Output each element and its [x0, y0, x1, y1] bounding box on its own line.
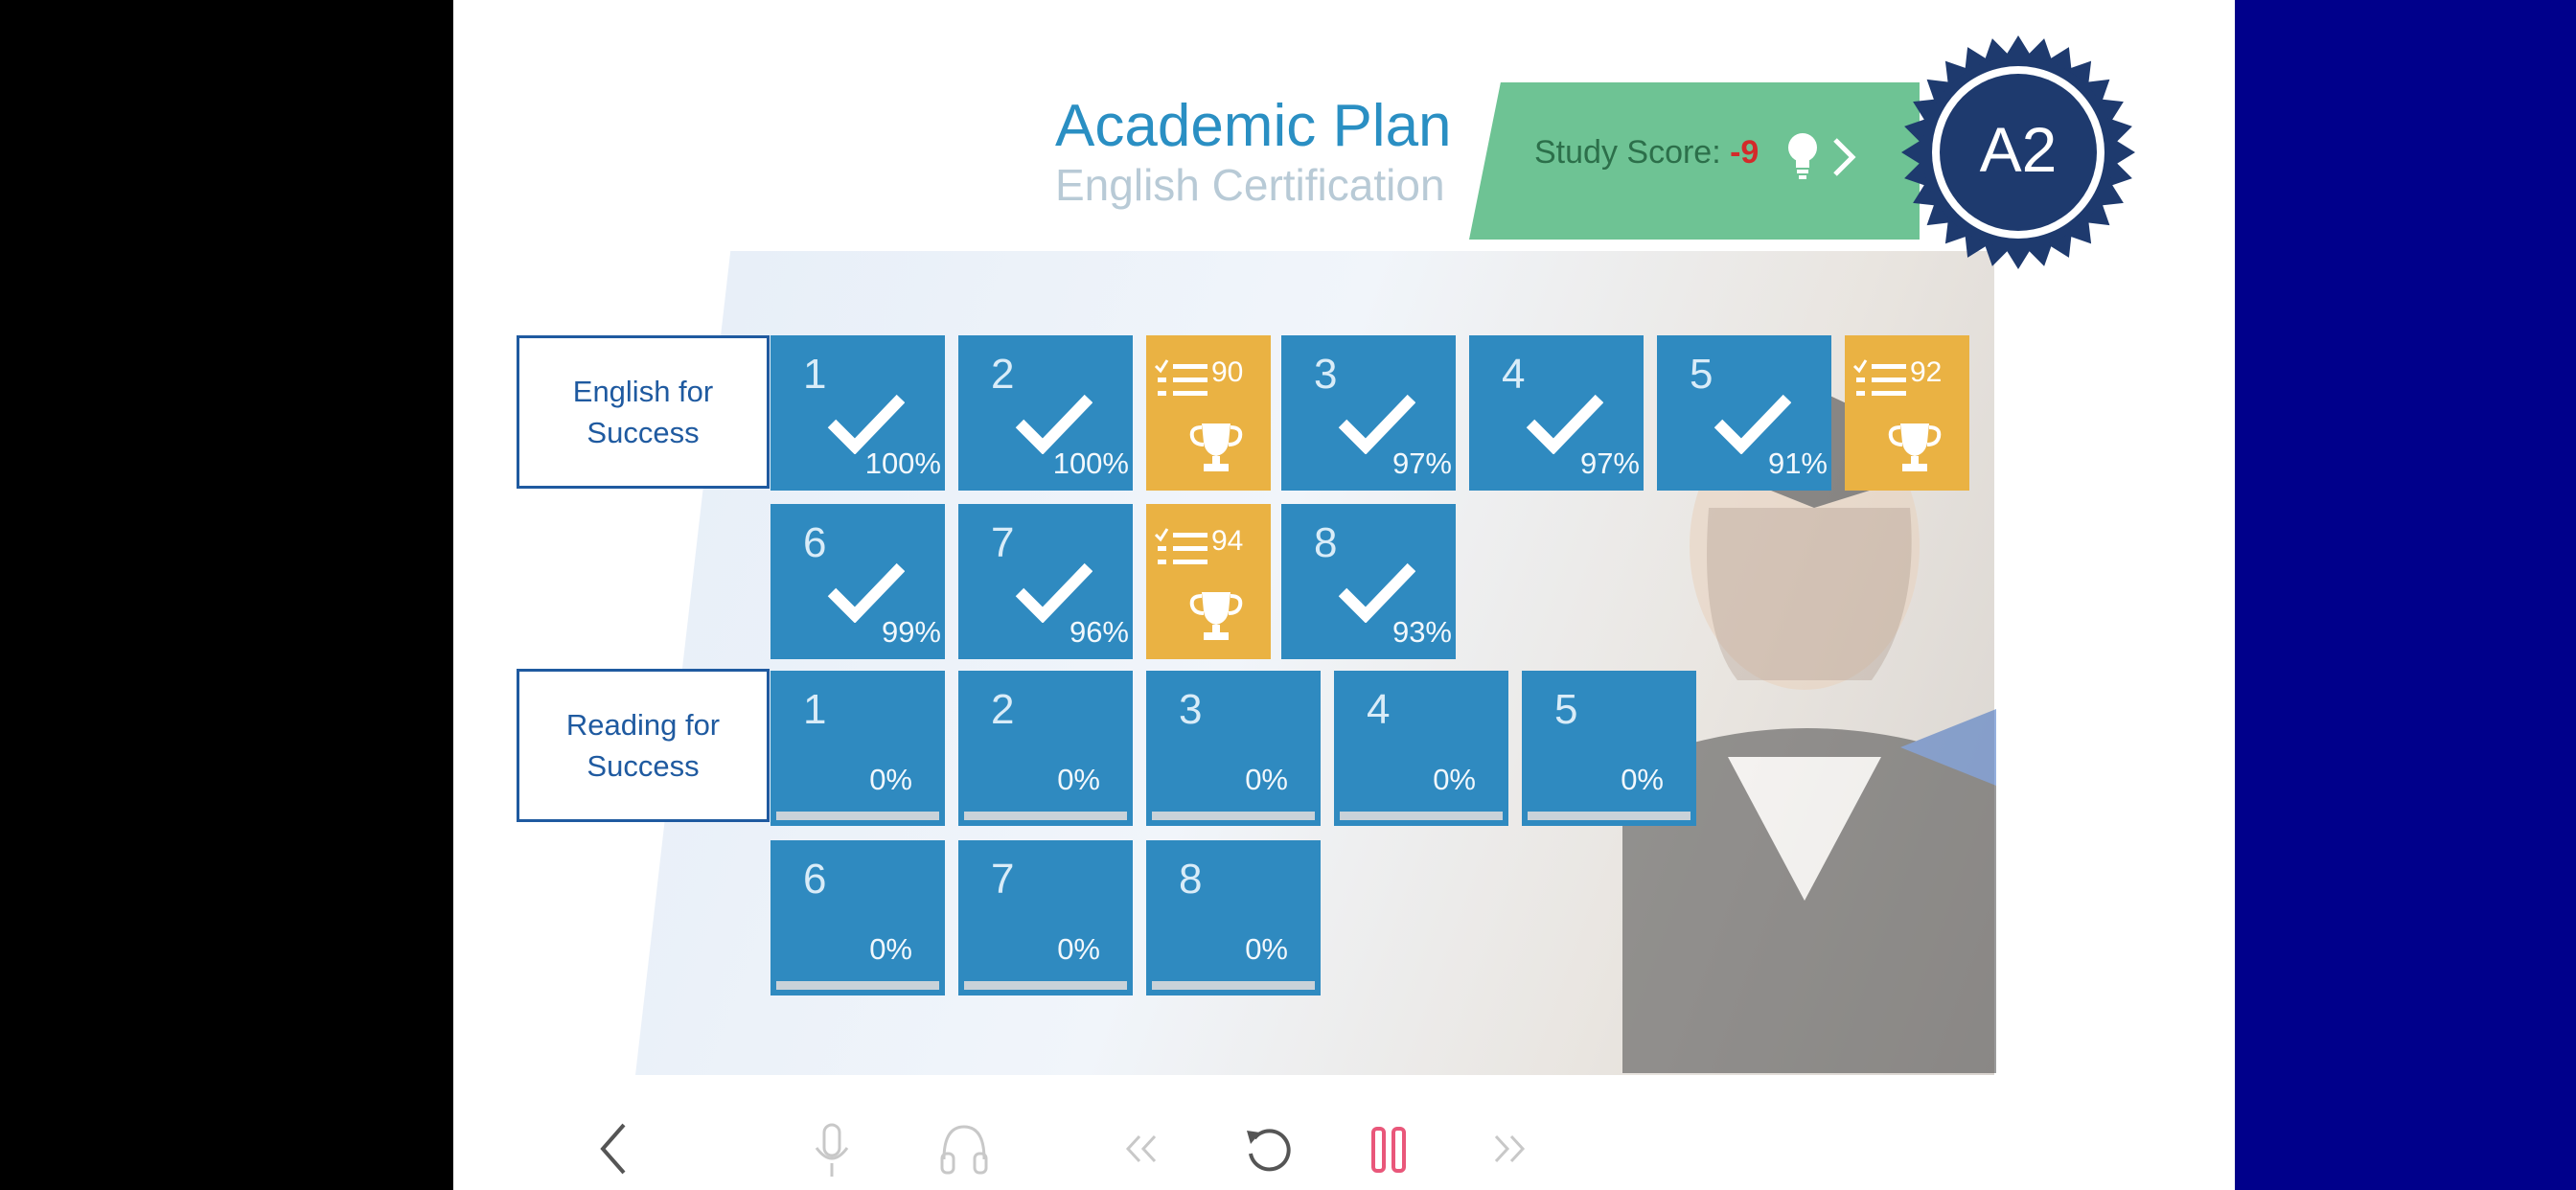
reading-tile[interactable]: 2 0%	[958, 671, 1133, 826]
reading-tile[interactable]: 1 0%	[770, 671, 945, 826]
checkmark-icon	[1015, 394, 1092, 454]
checklist-icon	[1154, 359, 1208, 396]
exam-tile[interactable]: 94	[1146, 504, 1271, 659]
forward-icon[interactable]	[1488, 1121, 1530, 1177]
lesson-number: 8	[1314, 519, 1338, 566]
lesson-percent: 0%	[869, 932, 912, 966]
lesson-number: 1	[803, 351, 827, 398]
lesson-percent: 0%	[1057, 932, 1100, 966]
headphones-icon[interactable]	[938, 1121, 990, 1177]
trophy-icon	[1189, 423, 1243, 471]
study-score-value: -9	[1730, 134, 1760, 171]
lesson-number: 8	[1179, 856, 1203, 903]
progress-bar	[964, 981, 1127, 990]
lesson-percent: 0%	[1057, 763, 1100, 796]
lesson-number: 6	[803, 519, 827, 566]
lesson-number: 5	[1554, 686, 1578, 733]
progress-bar	[1152, 981, 1315, 990]
progress-bar	[1528, 812, 1690, 820]
course-label-english: English for Success	[517, 335, 770, 489]
lesson-percent: 100%	[1052, 446, 1129, 480]
pause-icon[interactable]	[1368, 1121, 1410, 1177]
reading-tile[interactable]: 7 0%	[958, 840, 1133, 995]
lesson-tile[interactable]: 8 93%	[1281, 504, 1456, 659]
lesson-number: 5	[1690, 351, 1714, 398]
lesson-percent: 97%	[1392, 446, 1452, 480]
lesson-tile[interactable]: 6 99%	[770, 504, 945, 659]
checkmark-icon	[1526, 394, 1603, 454]
reading-tile[interactable]: 4 0%	[1334, 671, 1508, 826]
trophy-icon	[1189, 592, 1243, 640]
level-badge-text: A2	[1979, 114, 2058, 185]
lesson-number: 4	[1367, 686, 1391, 733]
lesson-tile[interactable]: 2 100%	[958, 335, 1133, 491]
study-score[interactable]: Study Score: -9	[1534, 134, 1759, 172]
progress-bar	[776, 981, 939, 990]
exam-tile[interactable]: 92	[1845, 335, 1969, 491]
lesson-tile[interactable]: 5 91%	[1657, 335, 1831, 491]
academic-plan-screen: Academic Plan English Certification Stud…	[453, 0, 2235, 1190]
checkmark-icon	[1015, 562, 1092, 623]
progress-bar	[1152, 812, 1315, 820]
back-icon[interactable]	[597, 1121, 630, 1177]
chevron-right-icon[interactable]	[1829, 134, 1858, 180]
lesson-number: 3	[1179, 686, 1203, 733]
exam-score: 92	[1910, 356, 1943, 388]
lesson-percent: 100%	[864, 446, 941, 480]
lesson-percent: 0%	[1433, 763, 1476, 796]
exam-score: 94	[1211, 525, 1244, 557]
checkmark-icon	[1338, 394, 1415, 454]
lesson-percent: 99%	[881, 615, 941, 649]
lesson-percent: 91%	[1767, 446, 1828, 480]
lesson-number: 7	[991, 519, 1015, 566]
checkmark-icon	[1714, 394, 1791, 454]
checkmark-icon	[1338, 562, 1415, 623]
checklist-icon	[1154, 528, 1208, 564]
lesson-number: 2	[991, 686, 1015, 733]
checklist-icon	[1852, 359, 1906, 396]
lesson-percent: 96%	[1069, 615, 1129, 649]
checkmark-icon	[827, 394, 905, 454]
lesson-number: 3	[1314, 351, 1338, 398]
progress-bar	[1340, 812, 1503, 820]
rewind-icon[interactable]	[1120, 1121, 1162, 1177]
trophy-icon	[1888, 423, 1942, 471]
replay-icon[interactable]	[1241, 1121, 1297, 1177]
lesson-percent: 0%	[869, 763, 912, 796]
lesson-percent: 97%	[1579, 446, 1640, 480]
lesson-percent: 93%	[1392, 615, 1452, 649]
lesson-tile[interactable]: 3 97%	[1281, 335, 1456, 491]
right-side-bar	[2235, 0, 2576, 1190]
lesson-number: 2	[991, 351, 1015, 398]
course-label-reading: Reading for Success	[517, 669, 770, 822]
reading-tile[interactable]: 3 0%	[1146, 671, 1321, 826]
progress-bar	[776, 812, 939, 820]
lesson-number: 7	[991, 856, 1015, 903]
lesson-tile[interactable]: 1 100%	[770, 335, 945, 491]
reading-tile[interactable]: 8 0%	[1146, 840, 1321, 995]
reading-tile[interactable]: 6 0%	[770, 840, 945, 995]
lesson-number: 6	[803, 856, 827, 903]
lesson-number: 4	[1502, 351, 1526, 398]
lesson-number: 1	[803, 686, 827, 733]
lightbulb-icon	[1788, 133, 1817, 179]
exam-tile[interactable]: 90	[1146, 335, 1271, 491]
reading-tile[interactable]: 5 0%	[1522, 671, 1696, 826]
exam-score: 90	[1211, 356, 1244, 388]
checkmark-icon	[827, 562, 905, 623]
lesson-tile[interactable]: 4 97%	[1469, 335, 1644, 491]
microphone-icon[interactable]	[812, 1121, 852, 1180]
study-score-label: Study Score:	[1534, 134, 1721, 171]
lesson-tile[interactable]: 7 96%	[958, 504, 1133, 659]
lesson-percent: 0%	[1245, 763, 1288, 796]
lesson-percent: 0%	[1621, 763, 1664, 796]
lesson-percent: 0%	[1245, 932, 1288, 966]
progress-bar	[964, 812, 1127, 820]
